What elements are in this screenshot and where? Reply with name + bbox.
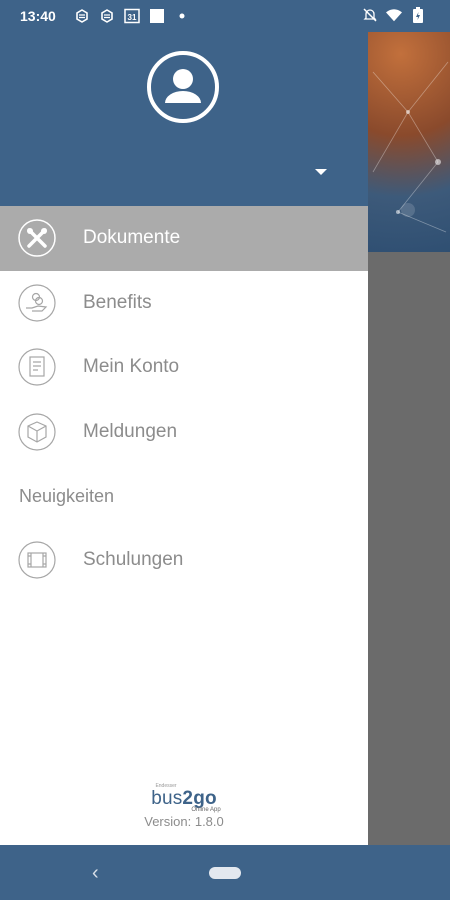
logo-text-bold: 2go	[182, 788, 217, 809]
menu-item-schulungen[interactable]: Schulungen	[0, 528, 368, 593]
more-dot-icon	[174, 8, 190, 24]
notification-hexagon-icon	[99, 8, 115, 24]
logo-text-light: bus	[151, 788, 183, 809]
menu-item-dokumente[interactable]: Dokumente	[0, 206, 368, 271]
box-icon	[18, 413, 56, 451]
avatar[interactable]	[146, 50, 220, 124]
calendar-day: 31	[128, 13, 137, 22]
notification-hexagon-icon	[74, 8, 90, 24]
section-header-neuigkeiten: Neuigkeiten	[19, 485, 115, 506]
background-header-image	[368, 32, 450, 252]
app-logo: bus2go	[0, 789, 368, 809]
account-document-icon	[18, 348, 56, 386]
user-avatar-icon	[147, 51, 219, 123]
hand-coin-icon	[18, 284, 56, 322]
menu-item-label: Dokumente	[83, 227, 181, 249]
menu-item-label: Meldungen	[83, 420, 178, 442]
battery-icon	[410, 7, 426, 23]
status-bar: 13:40 31	[0, 0, 450, 32]
app-version: Version: 1.8.0	[144, 814, 224, 829]
menu-item-label: Benefits	[83, 291, 152, 313]
menu-item-label: Mein Konto	[83, 356, 180, 378]
calendar-icon: 31	[124, 8, 140, 24]
menu-item-mein-konto[interactable]: Mein Konto	[0, 335, 368, 400]
drawer-menu: Dokumente Benefits Mein Konto Meldungen …	[0, 206, 368, 593]
tools-icon	[18, 219, 56, 257]
account-dropdown-arrow-icon[interactable]	[314, 164, 328, 175]
menu-item-label: Schulungen	[83, 549, 184, 571]
wifi-icon	[386, 7, 402, 23]
film-icon	[18, 541, 56, 579]
back-chevron-icon[interactable]: ‹	[92, 862, 99, 885]
dnd-off-icon	[362, 7, 378, 23]
drawer-footer: Endesser bus2go Online App Version: 1.8.…	[0, 783, 368, 829]
menu-item-meldungen[interactable]: Meldungen	[0, 400, 368, 465]
system-navigation-bar: ‹	[0, 845, 450, 900]
menu-item-benefits[interactable]: Benefits	[0, 271, 368, 336]
square-notification-icon	[149, 8, 165, 24]
network-pattern	[372, 61, 449, 233]
home-pill-button[interactable]	[209, 867, 241, 879]
status-time: 13:40	[20, 8, 56, 24]
navigation-drawer: Dokumente Benefits Mein Konto Meldungen …	[0, 0, 368, 845]
